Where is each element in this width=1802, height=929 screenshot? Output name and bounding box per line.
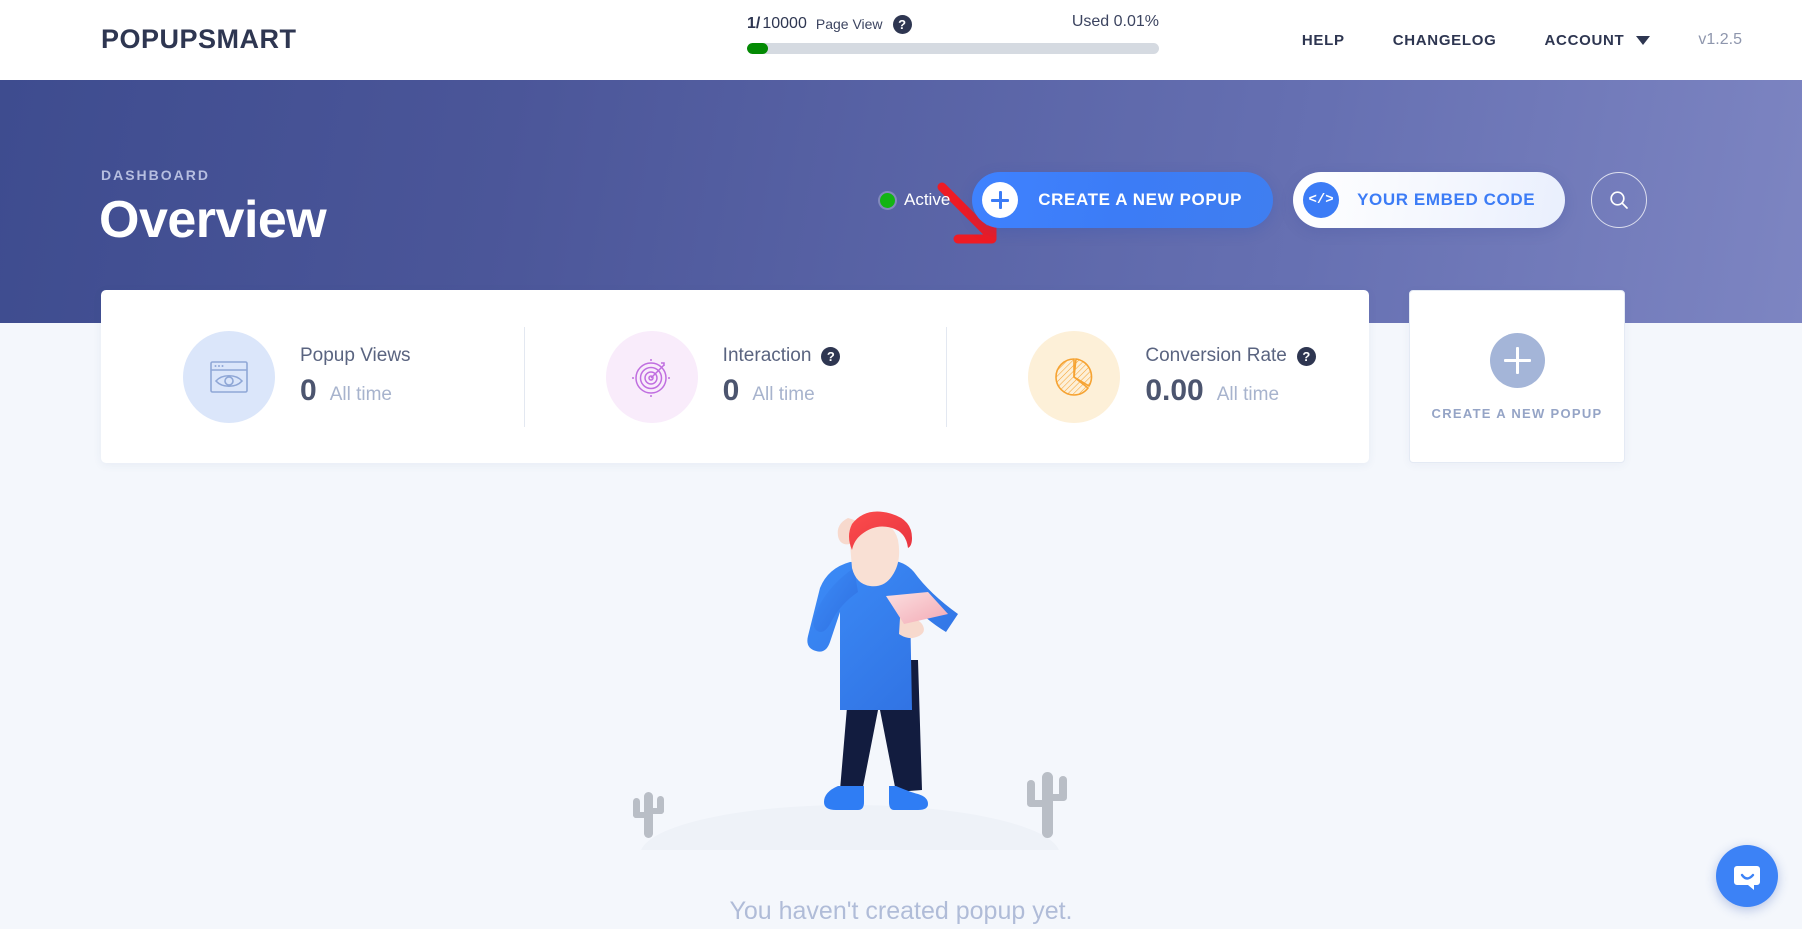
page-title: Overview xyxy=(99,191,327,249)
plus-icon xyxy=(982,182,1019,218)
stat-title: Interaction xyxy=(722,345,812,366)
conversion-rate-help-icon[interactable]: ? xyxy=(1296,346,1316,366)
status-dot-icon xyxy=(880,192,895,208)
stat-period: All time xyxy=(1216,384,1280,405)
usage-progress-fill xyxy=(747,43,768,54)
chat-widget-button[interactable] xyxy=(1716,845,1778,907)
nav-help[interactable]: HELP xyxy=(1302,32,1345,49)
app-logo[interactable]: POPUPSMART xyxy=(101,24,297,55)
search-icon xyxy=(1610,191,1629,209)
create-new-popup-button[interactable]: CREATE A NEW POPUP xyxy=(972,172,1274,228)
plus-icon xyxy=(1489,332,1545,388)
stat-value: 0 xyxy=(722,374,740,407)
your-embed-code-label: YOUR EMBED CODE xyxy=(1357,190,1536,209)
stat-conversion-rate: Conversion Rate ? 0.00 All time xyxy=(946,317,1369,437)
browser-eye-icon xyxy=(183,330,275,423)
breadcrumb: DASHBOARD xyxy=(101,167,210,183)
page-view-help-icon[interactable]: ? xyxy=(892,14,912,34)
usage-total: 10000 xyxy=(762,15,807,32)
pie-chart-icon xyxy=(1028,330,1121,423)
stat-popup-views: Popup Views 0 All time xyxy=(101,317,524,437)
create-new-popup-card-label: CREATE A NEW POPUP xyxy=(1431,405,1603,421)
stat-period: All time xyxy=(752,384,815,405)
stat-title: Conversion Rate xyxy=(1145,345,1287,366)
search-button[interactable] xyxy=(1591,172,1648,228)
nav-account[interactable]: ACCOUNT xyxy=(1545,32,1651,49)
stat-title: Popup Views xyxy=(300,345,411,366)
usage-used-percent: Used 0.01% xyxy=(1071,13,1159,30)
code-icon: </> xyxy=(1303,182,1340,218)
usage-count: 1/ xyxy=(747,15,761,32)
status-label: Active xyxy=(904,190,951,209)
create-new-popup-label: CREATE A NEW POPUP xyxy=(1038,190,1243,209)
chevron-down-icon xyxy=(1636,35,1651,45)
target-icon xyxy=(605,330,698,423)
nav-account-label: ACCOUNT xyxy=(1544,31,1625,49)
app-version: v1.2.5 xyxy=(1698,31,1742,48)
stat-period: All time xyxy=(329,384,392,405)
empty-state-message: You haven't created popup yet. xyxy=(729,897,1073,925)
usage-progress-bar xyxy=(747,43,1159,54)
stat-value: 0 xyxy=(300,374,317,407)
interaction-help-icon[interactable]: ? xyxy=(821,346,841,366)
top-bar: POPUPSMART 1/ 10000 Page View ? Used 0.0… xyxy=(0,0,1802,80)
usage-label: Page View xyxy=(815,16,883,32)
stat-value: 0.00 xyxy=(1145,374,1204,407)
your-embed-code-button[interactable]: </> YOUR EMBED CODE xyxy=(1293,172,1566,228)
chat-bubble-icon xyxy=(1734,866,1760,890)
stat-interaction: Interaction ? 0 All time xyxy=(523,317,947,437)
status-badge: Active xyxy=(880,190,950,210)
empty-state-illustration xyxy=(633,511,1067,850)
create-new-popup-card[interactable]: CREATE A NEW POPUP xyxy=(1409,290,1625,463)
page-view-usage: 1/ 10000 Page View ? Used 0.01% xyxy=(747,11,1159,54)
stats-card: Popup Views 0 All time Interaction ? 0 A… xyxy=(101,290,1369,463)
nav-changelog[interactable]: CHANGELOG xyxy=(1393,32,1497,49)
hero-actions: Active CREATE A NEW POPUP </> YOUR EMBED… xyxy=(880,172,1648,228)
top-navigation: HELP CHANGELOG ACCOUNT v1.2.5 xyxy=(1302,0,1802,80)
